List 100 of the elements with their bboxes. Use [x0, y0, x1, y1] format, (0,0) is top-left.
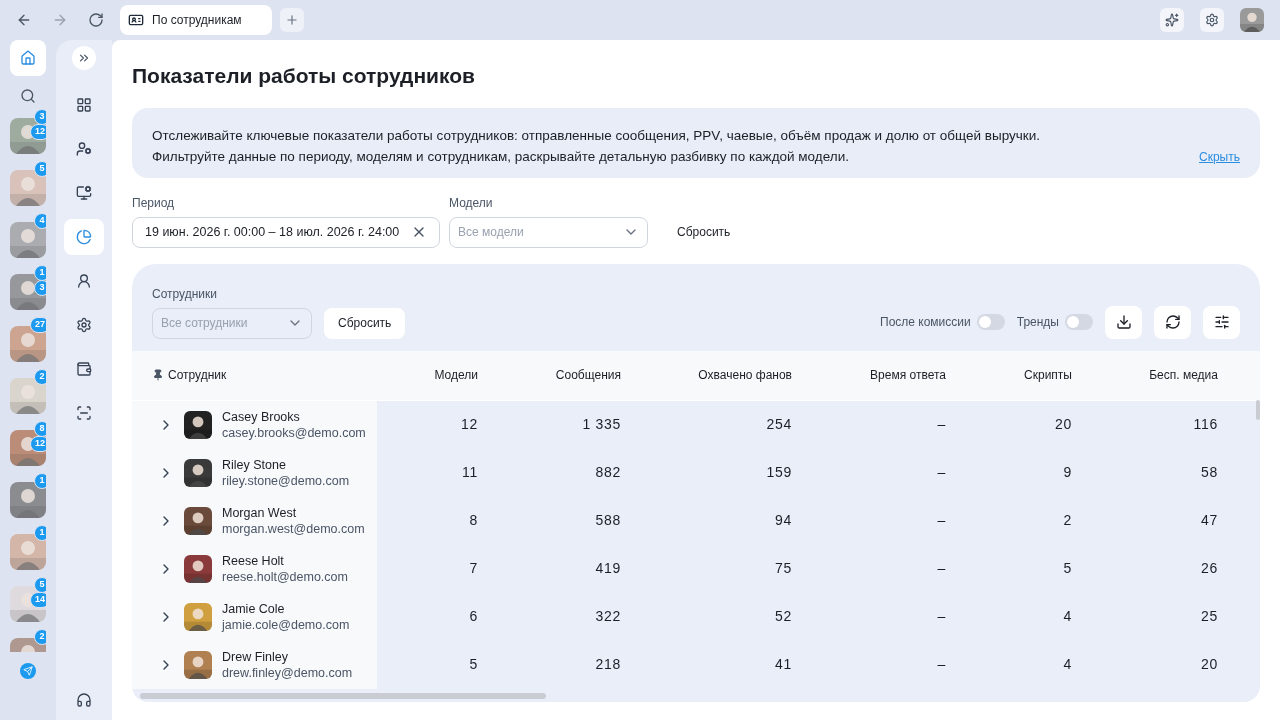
table-cell-text: 26: [1201, 559, 1218, 578]
toggle-label: После комиссии: [880, 314, 971, 331]
unread-badge: 2: [34, 369, 46, 385]
table-cell-text: 8: [469, 511, 478, 530]
reset-button[interactable]: Сбросить: [324, 307, 406, 339]
page-title: Показатели работы сотрудников: [132, 63, 476, 89]
badge-icon: [128, 12, 144, 28]
unread-badge: 8: [34, 421, 46, 437]
back-icon[interactable]: [16, 12, 32, 28]
monitor-gear-icon: [76, 185, 92, 201]
unread-badge: 4: [34, 213, 46, 229]
table-cell-text: 5: [469, 655, 478, 674]
employee-email: morgan.west@demo.com: [222, 520, 365, 537]
table-cell-text: 882: [595, 463, 621, 482]
column-header[interactable]: Время ответа: [870, 366, 946, 384]
column-header[interactable]: Охвачено фанов: [698, 366, 792, 384]
unread-badge: 5: [34, 577, 46, 593]
pin-icon[interactable]: [152, 369, 164, 381]
unread-badge: 1: [34, 265, 46, 281]
grid-icon: [76, 97, 92, 113]
info-text: Фильтруйте данные по периоду, моделям и сотрудникам, раскрывайте детальную разбивку по каждой модели.: [152, 147, 850, 166]
employee-email: drew.finley@demo.com: [222, 664, 353, 681]
telegram-icon: [23, 666, 33, 676]
unread-badge: 3: [34, 109, 46, 125]
table-cell-text: 11: [462, 463, 478, 482]
column-header[interactable]: Сообщения: [555, 366, 621, 384]
column-header[interactable]: Модели: [434, 366, 478, 384]
table-cell-text: 218: [595, 655, 621, 674]
table-cell-text: 12: [461, 415, 478, 434]
vertical-scrollbar[interactable]: [1256, 399, 1260, 420]
refresh-button[interactable]: [1154, 305, 1191, 339]
table-cell-text: 47: [1201, 511, 1218, 530]
reset-button[interactable]: Сбросить: [657, 216, 751, 248]
column-header[interactable]: Скрипты: [1024, 366, 1072, 384]
unread-badge: 5: [34, 161, 46, 177]
employee-email: jamie.cole@demo.com: [222, 616, 350, 633]
headphones-icon[interactable]: [76, 692, 92, 708]
field-label: Модели: [449, 194, 494, 212]
column-header[interactable]: Бесп. медиа: [1149, 366, 1218, 384]
table-cell-text: 52: [775, 607, 792, 626]
column-header[interactable]: Сотрудник: [168, 366, 227, 384]
table-cell-text: 20: [1201, 655, 1218, 674]
horizontal-scrollbar[interactable]: [140, 693, 546, 699]
toggle-label: Тренды: [1016, 314, 1059, 331]
employee-name: Riley Stone: [222, 456, 287, 473]
settings-icon: [1205, 13, 1219, 27]
table-cell-text: –: [937, 655, 946, 674]
sparkles-icon: [1165, 13, 1179, 27]
table-cell-text: 2: [1063, 511, 1072, 530]
settings-button[interactable]: [1200, 8, 1224, 32]
scan-icon: [76, 405, 92, 421]
employee-email: riley.stone@demo.com: [222, 472, 350, 489]
employee-email: casey.brooks@demo.com: [222, 424, 366, 441]
table-cell-text: 20: [1055, 415, 1072, 434]
table-cell-text: 9: [1063, 463, 1072, 482]
info-text: Отслеживайте ключевые показатели работы сотрудников: отправленные сообщения, PPV, чаевые, объём продаж и долю от общей выручки.: [152, 126, 1040, 145]
double-chevron-icon: [77, 51, 91, 65]
pie-chart-icon: [76, 229, 92, 245]
table-cell-text: 25: [1201, 607, 1218, 626]
toggle-switch[interactable]: [976, 314, 1005, 330]
sparkles-button[interactable]: [1160, 8, 1184, 32]
reload-icon[interactable]: [88, 12, 104, 28]
table-cell-text: 4: [1063, 607, 1072, 626]
table-cell-text: 1 335: [582, 415, 621, 434]
download-icon: [1115, 314, 1132, 330]
table-cell-text: 419: [595, 559, 621, 578]
plus-icon: [285, 13, 299, 27]
home-icon: [20, 50, 36, 66]
table-cell-text: 4: [1063, 655, 1072, 674]
table-cell-text: –: [937, 511, 946, 530]
unread-badge: 2: [34, 629, 46, 645]
user-icon: [76, 273, 92, 289]
employee-name: Morgan West: [222, 504, 298, 521]
columns-button[interactable]: [1203, 305, 1240, 339]
browser-tab[interactable]: По сотрудникам: [120, 5, 272, 35]
home-button[interactable]: [10, 40, 46, 76]
toggle-switch[interactable]: [1065, 314, 1093, 330]
table-cell-text: 159: [766, 463, 792, 482]
table-cell-text: –: [937, 607, 946, 626]
unread-badge: 1: [34, 525, 46, 541]
unread-badge: 1: [34, 473, 46, 489]
download-button[interactable]: [1105, 305, 1142, 339]
employee-name: Reese Holt: [222, 552, 285, 569]
search-icon[interactable]: [20, 88, 36, 104]
table-cell-text: 588: [595, 511, 621, 530]
table-cell-text: 322: [595, 607, 621, 626]
field-label: Период: [132, 194, 176, 212]
expand-button[interactable]: [72, 46, 96, 70]
field-label: Сотрудники: [152, 285, 218, 303]
employee-email: reese.holt@demo.com: [222, 568, 348, 585]
table-cell-text: 5: [1063, 559, 1072, 578]
user-gear-icon: [76, 141, 92, 157]
table-cell-text: 75: [775, 559, 792, 578]
employee-name: Jamie Cole: [222, 600, 286, 617]
period-field[interactable]: 19 июн. 2026 г. 00:00 – 18 июл. 2026 г. 24:00: [132, 216, 440, 248]
employee-name: Drew Finley: [222, 648, 289, 665]
table-cell-text: 254: [766, 415, 792, 434]
settings-icon: [76, 317, 92, 333]
refresh-icon: [1164, 314, 1181, 330]
sliders-icon: [1213, 314, 1230, 330]
